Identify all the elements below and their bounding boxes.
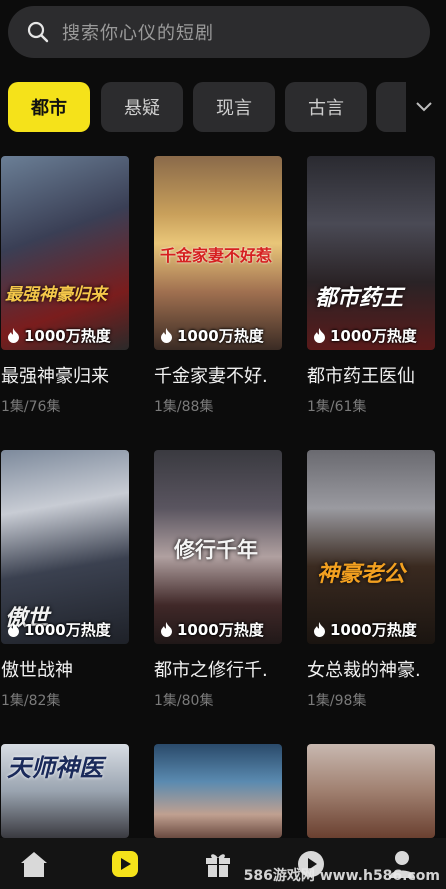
flame-icon	[314, 328, 325, 343]
drama-card[interactable]: 最强神豪归来 1000万热度 最强神豪归来 1集/76集	[1, 156, 129, 416]
episode-count: 1集/61集	[307, 399, 367, 415]
drama-card[interactable]: 修行千年 1000万热度 都市之修行千. 1集/80集	[154, 450, 282, 710]
poster-title-art: 修行千年	[174, 538, 258, 562]
category-tabs: 都市 悬疑 现言 古言	[0, 82, 446, 134]
drama-card[interactable]: 千金家妻不好惹 1000万热度 千金家妻不好. 1集/88集	[154, 156, 282, 416]
drama-card[interactable]: 都市药王 1000万热度 都市药王医仙 1集/61集	[307, 156, 435, 416]
poster[interactable]	[154, 744, 282, 838]
episode-count: 1集/80集	[154, 693, 214, 709]
poster[interactable]: 修行千年 1000万热度	[154, 450, 282, 644]
heat-badge: 1000万热度	[7, 619, 111, 640]
poster[interactable]: 千金家妻不好惹 1000万热度	[154, 156, 282, 350]
home-icon[interactable]	[18, 848, 50, 880]
flame-icon	[8, 328, 19, 343]
poster-title-art: 千金家妻不好惹	[160, 246, 273, 265]
flame-icon	[161, 328, 172, 343]
heat-badge: 1000万热度	[160, 325, 264, 346]
drama-card[interactable]: 神豪老公 1000万热度 女总裁的神豪. 1集/98集	[307, 450, 435, 710]
poster[interactable]: 傲世 1000万热度	[1, 450, 129, 644]
heat-label: 1000万热度	[24, 327, 111, 345]
tab-guyan[interactable]: 古言	[285, 82, 367, 132]
heat-badge: 1000万热度	[313, 325, 417, 346]
poster[interactable]: 神豪老公 1000万热度	[307, 450, 435, 644]
poster-title-art: 天师神医	[7, 754, 103, 782]
poster-title-art: 都市药王	[315, 286, 404, 311]
drama-card[interactable]	[154, 744, 282, 838]
drama-card[interactable]: 傲世 1000万热度 傲世战神 1集/82集	[1, 450, 129, 710]
drama-title[interactable]: 傲世战神	[1, 656, 129, 682]
search-icon	[27, 21, 49, 43]
watermark: 586游戏网 www.h586.com	[243, 868, 440, 884]
poster[interactable]: 最强神豪归来 1000万热度	[1, 156, 129, 350]
heat-label: 1000万热度	[177, 327, 264, 345]
search-placeholder: 搜索你心仪的短剧	[62, 23, 214, 44]
poster[interactable]	[307, 744, 435, 838]
drama-title[interactable]: 都市药王医仙	[307, 362, 435, 388]
drama-title[interactable]: 千金家妻不好.	[154, 362, 282, 388]
heat-label: 1000万热度	[24, 621, 111, 639]
tab-xianyan[interactable]: 现言	[193, 82, 275, 132]
heat-label: 1000万热度	[330, 327, 417, 345]
episode-count: 1集/76集	[1, 399, 61, 415]
flame-icon	[314, 622, 325, 637]
heat-badge: 1000万热度	[313, 619, 417, 640]
poster[interactable]: 天师神医	[1, 744, 129, 838]
poster[interactable]: 都市药王 1000万热度	[307, 156, 435, 350]
drama-title[interactable]: 最强神豪归来	[1, 362, 129, 388]
tab-dushi[interactable]: 都市	[8, 82, 90, 132]
episode-count: 1集/98集	[307, 693, 367, 709]
tab-xuanyi[interactable]: 悬疑	[101, 82, 183, 132]
heat-badge: 1000万热度	[160, 619, 264, 640]
drama-card[interactable]: 天师神医	[1, 744, 129, 838]
episode-count: 1集/88集	[154, 399, 214, 415]
heat-label: 1000万热度	[177, 621, 264, 639]
episode-count: 1集/82集	[1, 693, 61, 709]
heat-label: 1000万热度	[330, 621, 417, 639]
flame-icon	[8, 622, 19, 637]
gift-icon[interactable]	[202, 848, 234, 880]
tab-overflow[interactable]	[376, 82, 406, 132]
play-icon[interactable]	[109, 848, 141, 880]
flame-icon	[161, 622, 172, 637]
drama-title[interactable]: 女总裁的神豪.	[307, 656, 435, 682]
drama-card[interactable]	[307, 744, 435, 838]
poster-title-art: 神豪老公	[317, 562, 406, 587]
bottom-tab-bar: 586游戏网 www.h586.com	[0, 838, 446, 889]
poster-title-art: 最强神豪归来	[5, 285, 107, 305]
chevron-down-icon[interactable]	[414, 96, 434, 116]
drama-title[interactable]: 都市之修行千.	[154, 656, 282, 682]
heat-badge: 1000万热度	[7, 325, 111, 346]
search-bar[interactable]: 搜索你心仪的短剧	[8, 6, 430, 58]
